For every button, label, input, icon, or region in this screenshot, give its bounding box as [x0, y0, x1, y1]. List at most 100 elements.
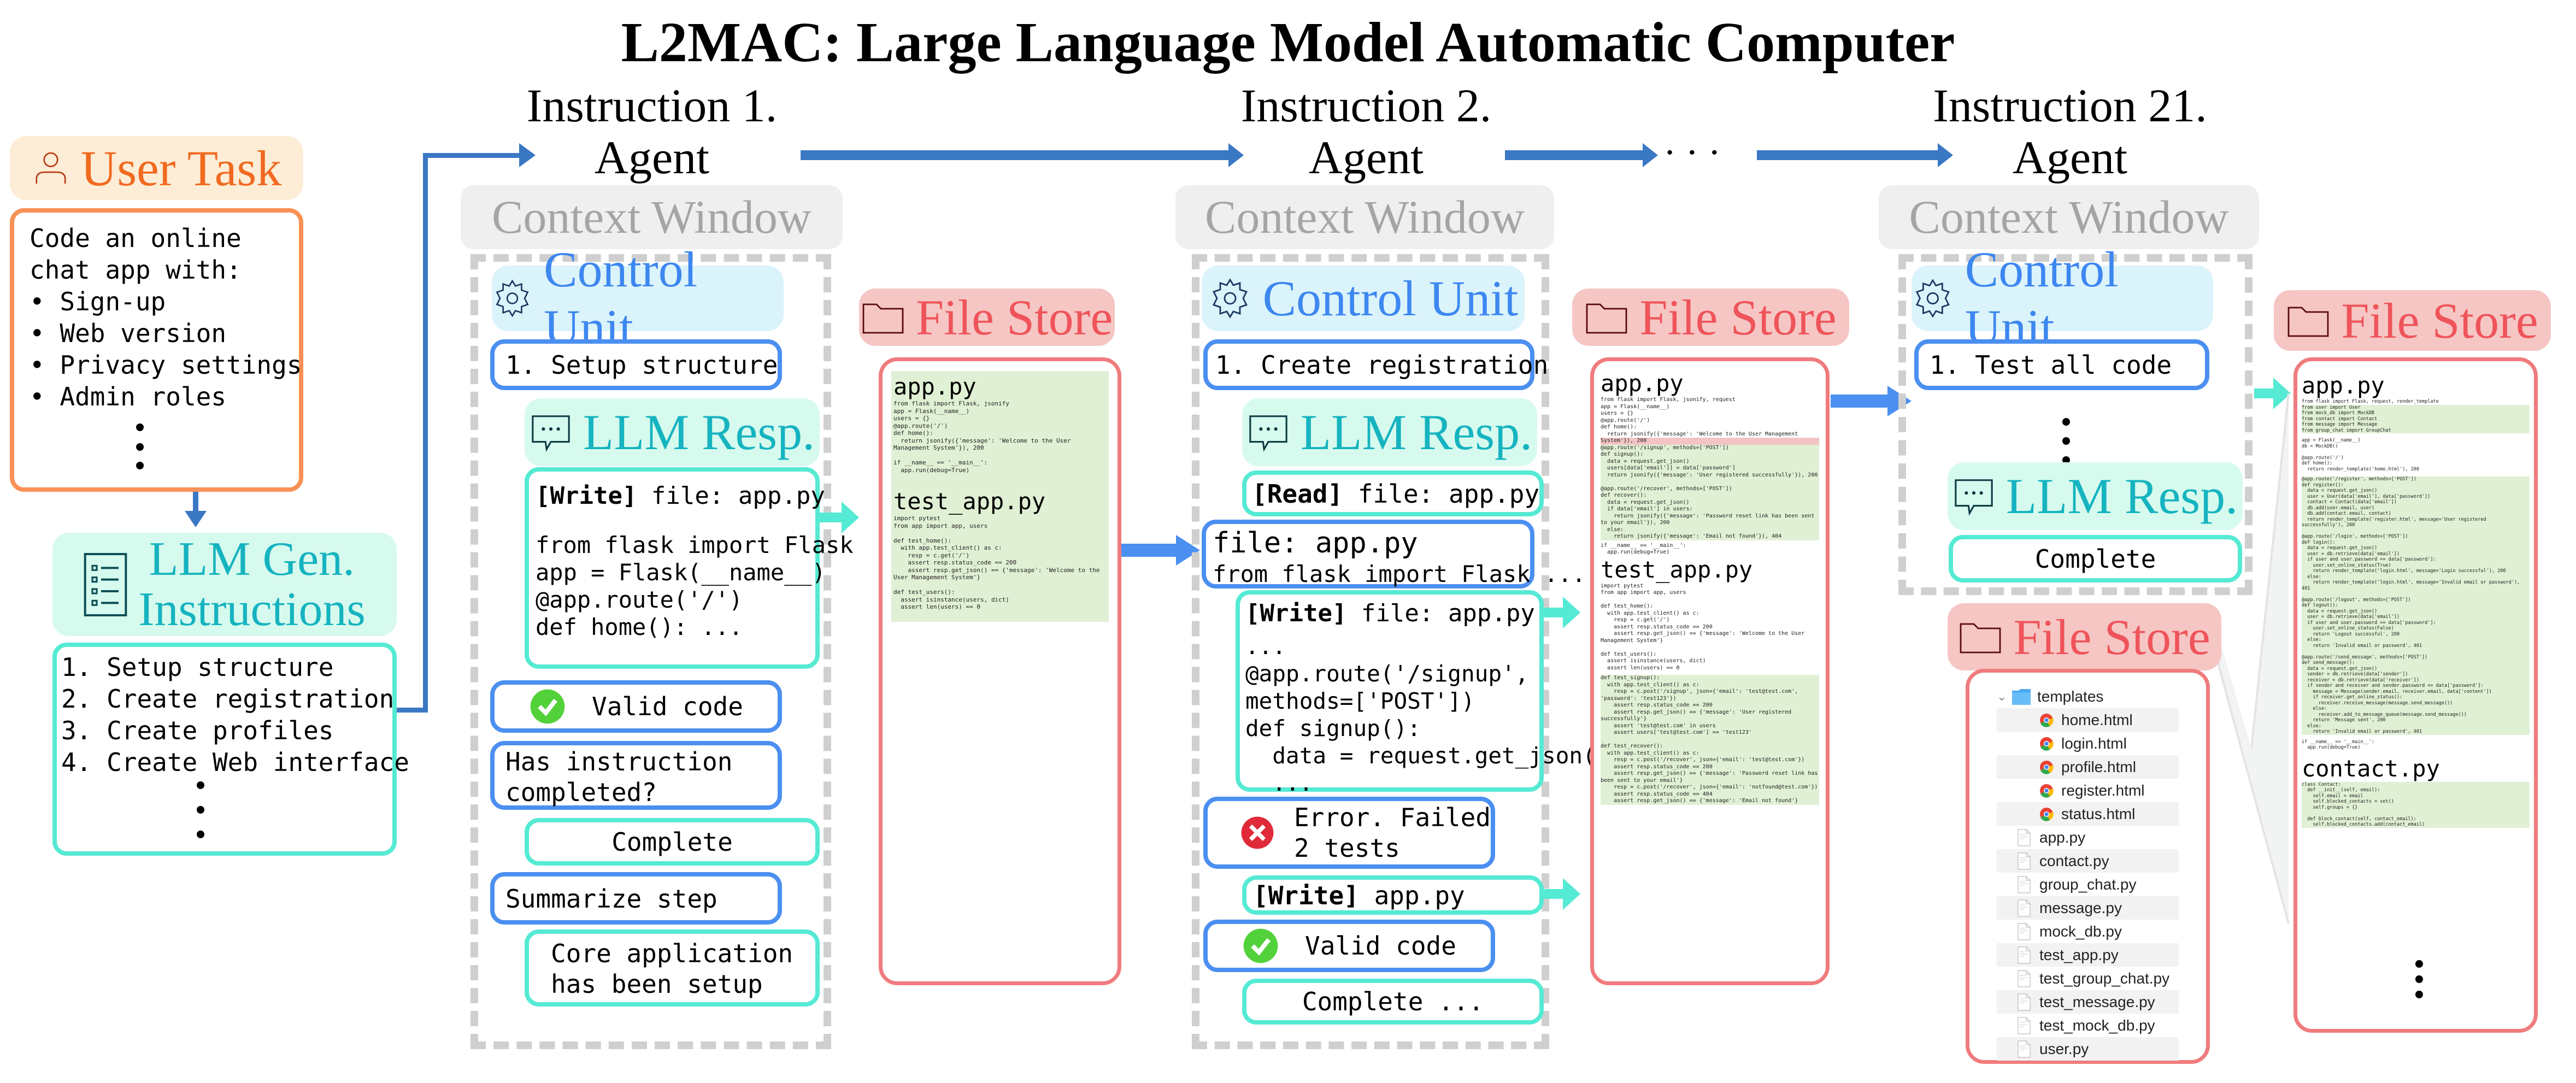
- summary-response: Core application has been setup: [525, 929, 820, 1007]
- chrome-file-icon: [2040, 713, 2054, 727]
- write-arrow-head: [842, 502, 859, 533]
- python-file-icon: [2018, 946, 2031, 964]
- valid-code-status: Valid code: [1203, 920, 1495, 972]
- file-name: home.html: [2061, 711, 2133, 728]
- user-task-bullet: • Web version: [30, 319, 227, 348]
- write-command: [Write] app.py: [1242, 875, 1544, 915]
- file-tree-panel: ⌄ templates home.html login.html profile.h…: [1966, 669, 2210, 1064]
- chat-bubble-icon: [1955, 479, 1993, 516]
- file-row[interactable]: contact.py: [1997, 849, 2179, 873]
- check-circle-icon: [530, 689, 565, 724]
- file-code: import pytest from app import app, users…: [893, 515, 1100, 610]
- file-row[interactable]: mock_db.py: [1997, 920, 2179, 943]
- instruction-21-title: Instruction 21.: [1933, 79, 2207, 132]
- file-row[interactable]: status.html: [1997, 802, 2179, 826]
- completion-question: Has instruction completed?: [490, 741, 782, 810]
- file-row[interactable]: profile.html: [1997, 755, 2179, 779]
- ellipsis-dot: [136, 462, 144, 469]
- file-read-code: from flask import Flask ...: [1213, 561, 1586, 587]
- folder-icon: [1960, 623, 2001, 653]
- ellipsis-dot: [2062, 437, 2070, 445]
- files-list: app.py contact.py group_chat.py message.py m…: [1997, 826, 2206, 1061]
- file-name: mock_db.py: [2039, 922, 2122, 940]
- file-code: from flask import Flask, request, render…: [2302, 399, 2439, 404]
- agent-arrow: [1505, 150, 1647, 160]
- ellipsis-dot: [197, 781, 204, 789]
- context-window-label: Context Window: [1175, 185, 1554, 249]
- complete-response: Complete ...: [1242, 979, 1544, 1025]
- file-code-added: @app.route('/register', methods=['POST']…: [2302, 476, 2530, 735]
- llm-gen-header: LLM Gen. Instructions: [52, 533, 397, 636]
- instruction-item: 2. Create registration: [61, 684, 395, 714]
- file-row[interactable]: test_message.py: [1997, 990, 2179, 1014]
- agent-label: Agent: [2012, 131, 2128, 184]
- write-arrow-head: [1563, 597, 1580, 628]
- file-name: message.py: [2039, 899, 2122, 916]
- complete-response: Complete: [525, 818, 820, 866]
- python-file-icon: [2018, 899, 2031, 917]
- chrome-file-icon: [2040, 737, 2054, 751]
- file-name: status.html: [2061, 805, 2136, 822]
- instruction-item: 4. Create Web interface: [61, 747, 409, 777]
- llm-resp-title: LLM Resp.: [583, 404, 815, 460]
- file-row[interactable]: group_chat.py: [1997, 873, 2179, 896]
- file-code-added: @app.route('/signup', methods=['POST']) …: [1601, 444, 1819, 540]
- error-x-icon: [1241, 816, 1274, 849]
- folder-icon: [862, 303, 904, 333]
- gear-icon: [1212, 278, 1248, 319]
- llm-gen-title-line2: Instructions: [138, 582, 366, 636]
- file-code-added: class Contact: def __init__(self, email)…: [2302, 781, 2530, 828]
- file-row[interactable]: register.html: [1997, 779, 2179, 802]
- file-row[interactable]: test_mock_db.py: [1997, 1014, 2179, 1037]
- ellipsis: · · ·: [1663, 132, 1721, 174]
- instructions-list: 1. Setup structure 2. Create registratio…: [52, 643, 409, 856]
- user-task-bullet: • Admin roles: [30, 382, 227, 411]
- file-row[interactable]: test_app.py: [1997, 943, 2179, 967]
- file-row[interactable]: login.html: [1997, 732, 2179, 755]
- file-store-title: File Store: [2013, 609, 2210, 665]
- file-name: register.html: [2061, 781, 2145, 799]
- chrome-file-icon: [2040, 760, 2054, 774]
- file-name: test_app.py: [1601, 556, 1753, 583]
- write-arrow: [1544, 889, 1566, 899]
- arrow-head-down: [185, 511, 207, 527]
- agent-arrow-head: [1643, 143, 1658, 167]
- chrome-file-icon: [2040, 784, 2054, 798]
- context-window-label: Context Window: [461, 185, 843, 249]
- python-file-icon: [2018, 1016, 2031, 1034]
- file-store-panel: app.py from flask import Flask, request,…: [2293, 357, 2538, 1033]
- python-file-icon: [2018, 1040, 2031, 1058]
- write-command: [Write] file: app.py: [1245, 599, 1535, 627]
- file-name: test_mock_db.py: [2039, 1016, 2155, 1034]
- file-row[interactable]: user.py: [1997, 1037, 2179, 1061]
- control-task: 1. Create registration: [1203, 339, 1548, 390]
- file-row[interactable]: test_group_chat.py: [1997, 967, 2179, 990]
- instruction-1-title: Instruction 1.: [526, 79, 778, 132]
- control-unit-header: Control Unit: [492, 242, 784, 355]
- file-store-panel: app.py from flask import Flask, jsonify …: [879, 357, 1121, 985]
- person-icon: [36, 152, 66, 184]
- folder-row[interactable]: ⌄ templates: [1997, 685, 2206, 708]
- file-name: contact.py: [2302, 755, 2440, 782]
- templates-list: home.html login.html profile.html register.…: [1997, 708, 2206, 826]
- file-row[interactable]: app.py: [1997, 826, 2179, 849]
- file-row[interactable]: home.html: [1997, 708, 2179, 732]
- ellipsis-dot: [136, 423, 144, 431]
- user-task-line: Code an online: [30, 223, 242, 253]
- file-name: test_message.py: [2039, 993, 2155, 1010]
- user-task-box: Code an online chat app with: • Sign-up …: [10, 208, 303, 492]
- python-file-icon: [2018, 969, 2031, 987]
- file-name: test_app.py: [893, 488, 1046, 515]
- ellipsis-dot: [197, 831, 204, 838]
- file-name: group_chat.py: [2039, 875, 2137, 893]
- instruction-item: 1. Setup structure: [61, 652, 334, 682]
- ellipsis-dot: [197, 806, 204, 814]
- file-code-removed: System'}), 200: [1601, 438, 1819, 445]
- user-task-header: User Task: [10, 136, 303, 200]
- valid-code-label: Valid code: [592, 692, 743, 721]
- gear-icon: [496, 279, 529, 317]
- instruction-2-title: Instruction 2.: [1240, 79, 1492, 132]
- python-file-icon: [2018, 993, 2031, 1011]
- file-row[interactable]: message.py: [1997, 896, 2179, 920]
- agent-label: Agent: [594, 131, 710, 184]
